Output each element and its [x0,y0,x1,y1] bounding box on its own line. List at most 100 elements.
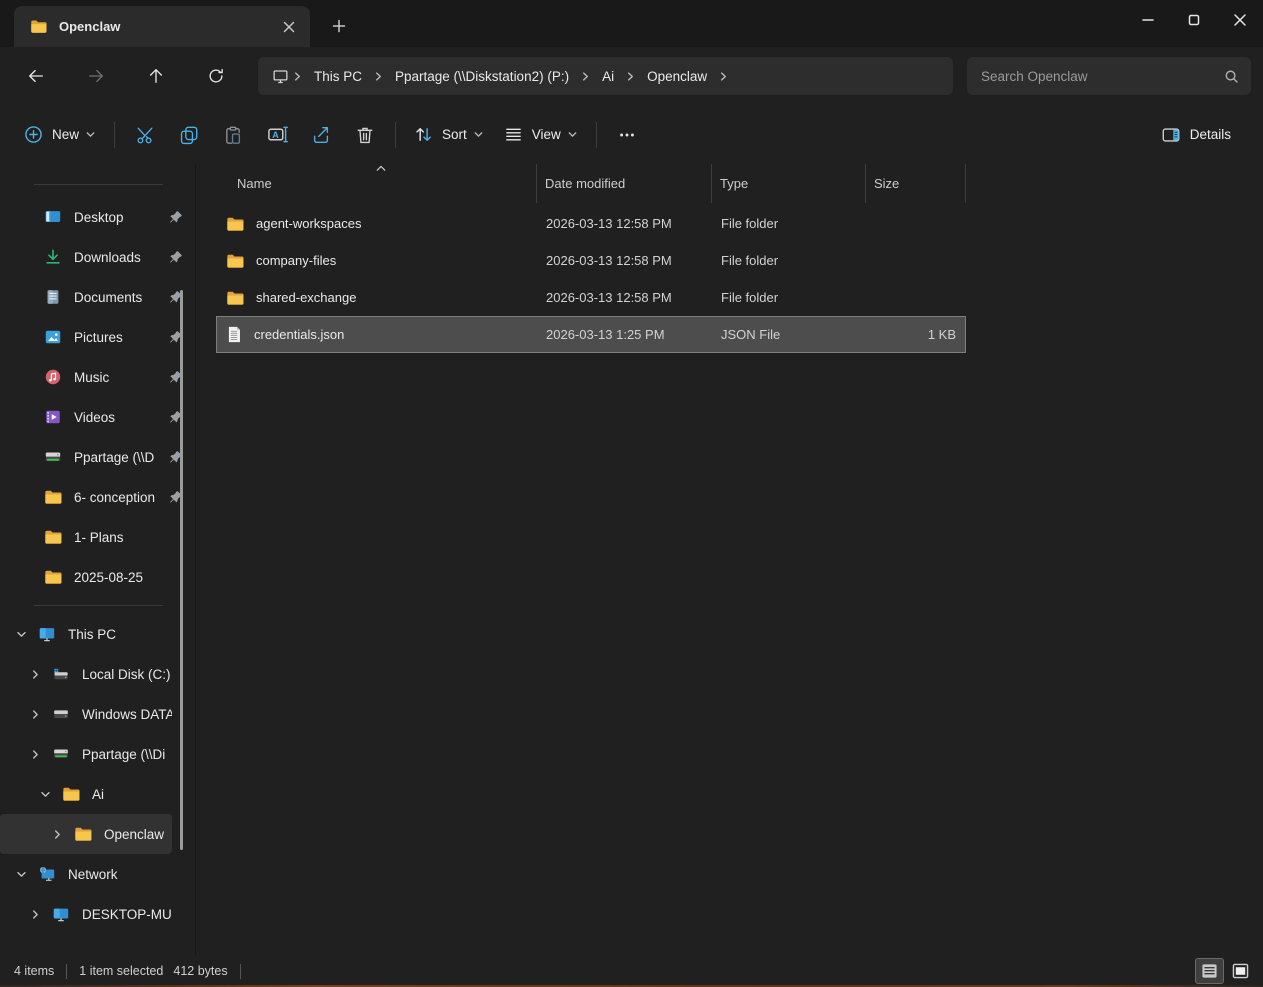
breadcrumb-chevron[interactable] [289,72,306,81]
breadcrumb-ai[interactable]: Ai [594,65,622,88]
breadcrumb-drive[interactable]: Ppartage (\\Diskstation2) (P:) [387,65,577,88]
sidebar-item-pictures[interactable]: Pictures [0,317,195,357]
tree-item-network[interactable]: Network [0,854,172,894]
sidebar-item-conception[interactable]: 6- conception [0,477,195,517]
column-header-size[interactable]: Size [866,164,966,203]
copy-icon [179,125,199,145]
sort-ascending-icon [376,165,386,172]
file-type: JSON File [713,327,867,342]
rename-button[interactable]: A [255,115,299,155]
sidebar-scrollbar[interactable] [180,290,183,850]
os-drive-icon [52,665,70,683]
breadcrumb-chevron[interactable] [370,72,387,81]
chevron-right-icon[interactable] [24,709,46,720]
search-input[interactable] [981,69,1224,84]
large-icons-view-toggle[interactable] [1226,958,1255,984]
sidebar-item-desktop[interactable]: Desktop [0,197,195,237]
sidebar-item-label: Videos [74,410,164,425]
chevron-right-icon[interactable] [24,669,46,680]
pictures-icon [44,328,62,346]
minimize-button[interactable] [1125,0,1171,40]
this-pc-icon [38,625,56,643]
close-icon [1234,14,1246,26]
new-button[interactable]: New [14,115,106,155]
sidebar-item-label: Ppartage (\\D [74,450,164,465]
chevron-down-icon[interactable] [34,789,56,800]
file-row-shared-exchange[interactable]: shared-exchange 2026-03-13 12:58 PM File… [216,279,966,316]
sidebar-item-plans[interactable]: 1- Plans [0,517,195,557]
file-name: company-files [256,253,336,268]
breadcrumb-this-pc[interactable]: This PC [306,65,370,88]
sidebar-item-2025-08-25[interactable]: 2025-08-25 [0,557,195,597]
tab-close-button[interactable] [276,14,302,40]
maximize-icon [1188,14,1200,26]
tree-item-local-disk-c[interactable]: Local Disk (C:) [0,654,172,694]
view-button[interactable]: View [494,115,588,155]
folder-icon [226,289,244,307]
up-button[interactable] [138,59,174,93]
sidebar-item-ppartage[interactable]: Ppartage (\\D [0,437,195,477]
paste-icon [223,125,243,145]
tree-item-label: Ai [92,787,104,802]
cut-button[interactable] [123,115,167,155]
breadcrumb-chevron[interactable] [577,72,594,81]
details-pane-button[interactable]: Details [1151,115,1247,155]
column-header-filler [966,164,1263,203]
chevron-down-icon [567,129,578,140]
close-window-button[interactable] [1217,0,1263,40]
sidebar-item-documents[interactable]: Documents [0,277,195,317]
sort-button[interactable]: Sort [404,115,494,155]
chevron-right-icon[interactable] [24,909,46,920]
explorer-tab[interactable]: Openclaw [14,6,310,47]
details-view-toggle[interactable] [1195,958,1224,984]
address-bar[interactable]: This PC Ppartage (\\Diskstation2) (P:) A… [258,57,953,95]
column-headers: Name Date modified Type Size [216,164,1263,203]
refresh-button[interactable] [198,59,234,93]
file-row-company-files[interactable]: company-files 2026-03-13 12:58 PM File f… [216,242,966,279]
breadcrumb-chevron[interactable] [715,72,732,81]
copy-button[interactable] [167,115,211,155]
view-lines-icon [504,125,523,144]
maximize-button[interactable] [1171,0,1217,40]
paste-button[interactable] [211,115,255,155]
chevron-right-icon[interactable] [46,829,68,840]
tree-item-desktop-mul[interactable]: DESKTOP-MUL [0,894,172,934]
folder-icon [44,568,62,586]
sidebar-item-downloads[interactable]: Downloads [0,237,195,277]
back-button[interactable] [18,59,54,93]
share-button[interactable] [299,115,343,155]
folder-icon [30,18,47,35]
chevron-down-icon [85,129,96,140]
tree-item-ai[interactable]: Ai [0,774,172,814]
new-tab-button[interactable] [322,9,356,43]
share-icon [311,125,331,145]
tree-item-openclaw[interactable]: Openclaw [0,814,172,854]
sidebar-item-label: Desktop [74,210,164,225]
chevron-down-icon[interactable] [10,869,32,880]
tree-item-this-pc[interactable]: This PC [0,614,172,654]
chevron-right-icon[interactable] [24,749,46,760]
window-controls [1125,0,1263,47]
tree-item-label: DESKTOP-MUL [82,907,172,922]
drive-icon [52,705,70,723]
tree-item-windows-data[interactable]: Windows DATA [0,694,172,734]
column-header-date-modified[interactable]: Date modified [537,164,712,203]
sidebar-item-videos[interactable]: Videos [0,397,195,437]
chevron-down-icon[interactable] [10,629,32,640]
cut-icon [135,125,155,145]
tree-item-ppartage[interactable]: Ppartage (\\Di [0,734,172,774]
breadcrumb-openclaw[interactable]: Openclaw [639,65,715,88]
file-row-agent-workspaces[interactable]: agent-workspaces 2026-03-13 12:58 PM Fil… [216,205,966,242]
file-type: File folder [713,253,867,268]
file-name: credentials.json [254,327,344,342]
large-icons-view-icon [1232,963,1249,979]
file-row-credentials-json[interactable]: credentials.json 2026-03-13 1:25 PM JSON… [216,316,966,353]
arrow-up-icon [147,67,165,85]
delete-button[interactable] [343,115,387,155]
rename-icon: A [267,124,288,145]
sidebar-item-music[interactable]: Music [0,357,195,397]
column-header-type[interactable]: Type [712,164,866,203]
forward-button[interactable] [78,59,114,93]
breadcrumb-chevron[interactable] [622,72,639,81]
more-options-button[interactable] [605,115,649,155]
